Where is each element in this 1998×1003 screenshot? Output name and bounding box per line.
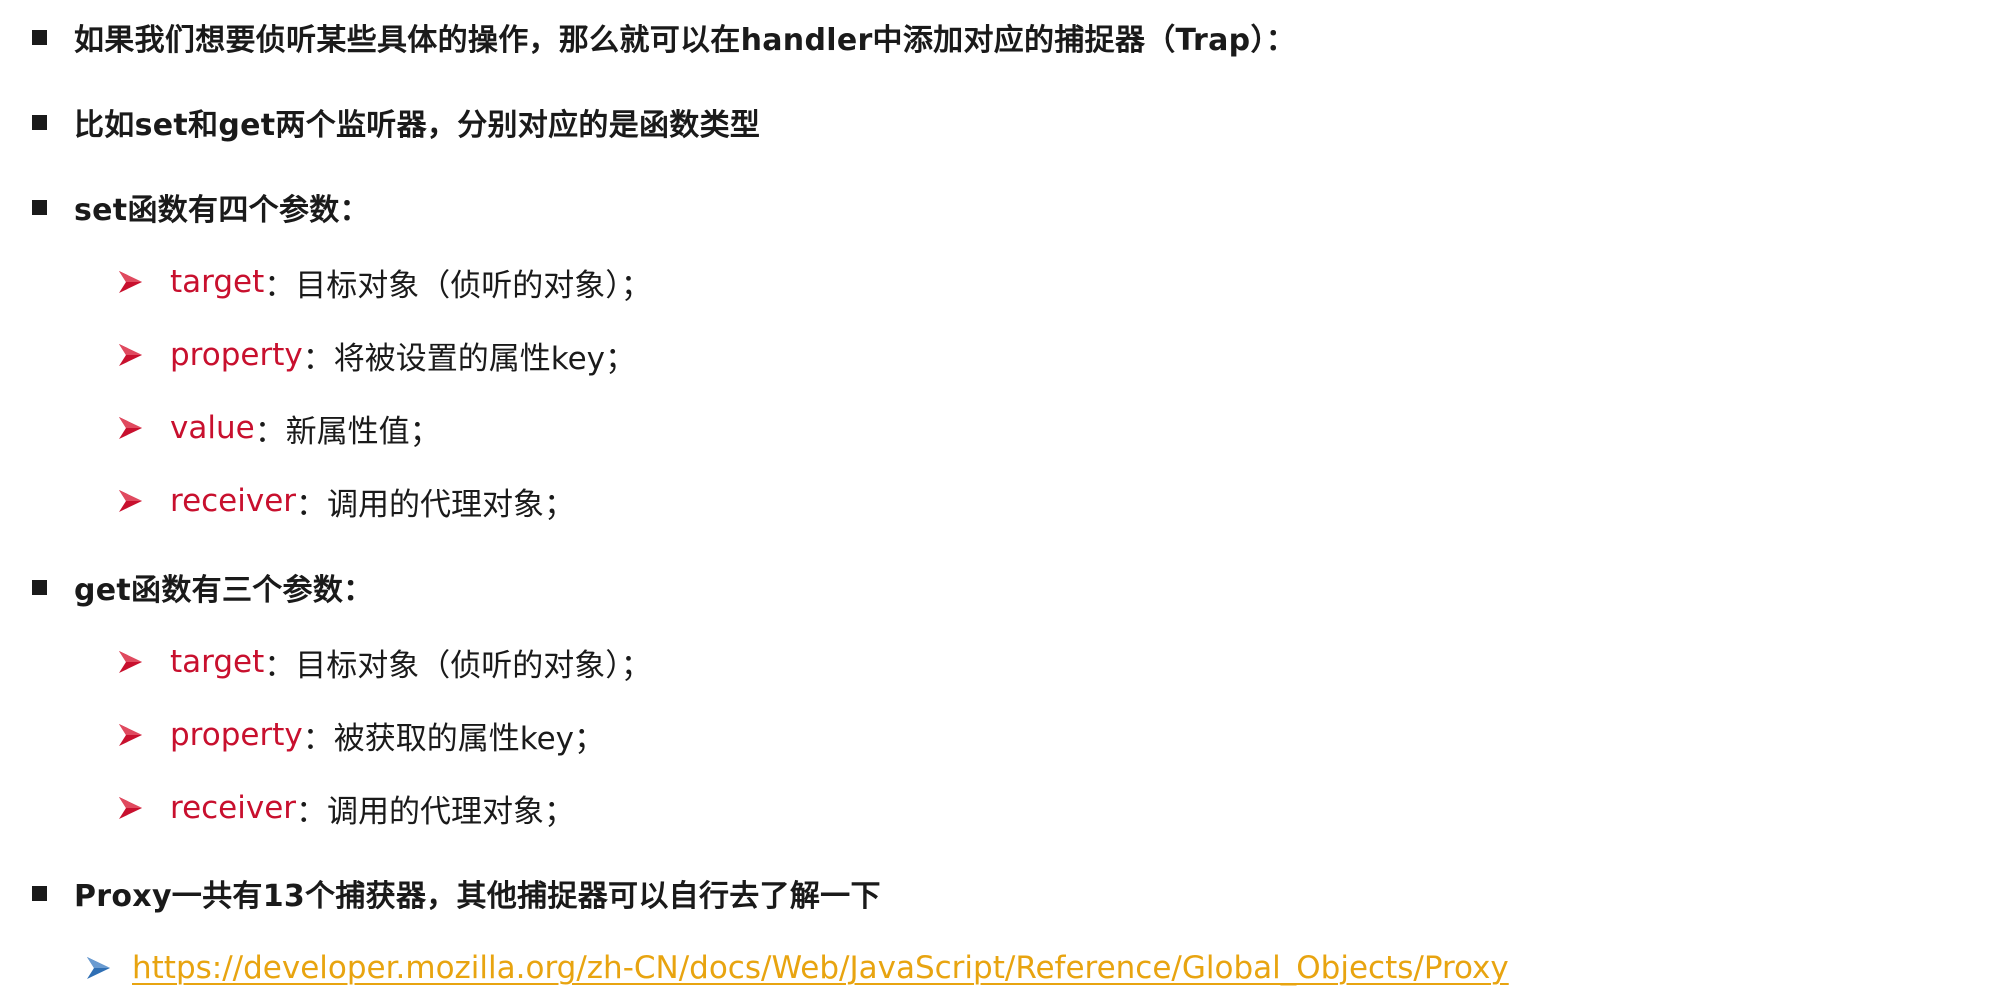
set-param-item: receiver ：调用的代理对象； xyxy=(116,479,575,523)
arrow-bullet-icon xyxy=(116,414,144,442)
param-desc: ：调用的代理对象； xyxy=(296,793,576,830)
param-name: target xyxy=(170,644,265,680)
param-desc: ：将被设置的属性key； xyxy=(302,340,636,377)
square-bullet-icon xyxy=(32,579,47,595)
set-param-item: value ：新属性值； xyxy=(116,406,441,450)
reference-link-item: https://developer.mozilla.org/zh-CN/docs… xyxy=(84,945,1509,991)
param-desc: ：被获取的属性key； xyxy=(302,720,605,757)
get-param-item: property ：被获取的属性key； xyxy=(116,713,605,757)
mdn-proxy-link[interactable]: https://developer.mozilla.org/zh-CN/docs… xyxy=(132,950,1509,986)
param-name: value xyxy=(170,410,255,446)
arrow-bullet-icon xyxy=(116,487,144,515)
param-desc: ：新属性值； xyxy=(254,413,441,450)
bullet-example: 比如set和get两个监听器，分别对应的是函数类型 xyxy=(32,101,760,143)
get-heading-text: get函数有三个参数： xyxy=(74,573,374,608)
square-bullet-icon xyxy=(32,885,47,901)
square-bullet-icon xyxy=(32,114,47,130)
get-param-item: receiver ：调用的代理对象； xyxy=(116,786,575,830)
proxy-note-text: Proxy一共有13个捕获器，其他捕捉器可以自行去了解一下 xyxy=(74,879,881,914)
param-name: property xyxy=(170,717,303,753)
param-name: target xyxy=(170,264,265,300)
param-desc: ：目标对象（侦听的对象）； xyxy=(264,647,652,684)
set-param-item: property ：将被设置的属性key； xyxy=(116,333,636,377)
param-name: receiver xyxy=(170,483,297,519)
param-name: property xyxy=(170,337,303,373)
arrow-bullet-icon xyxy=(116,648,144,676)
bullet-example-text: 比如set和get两个监听器，分别对应的是函数类型 xyxy=(74,108,761,143)
bullet-proxy-note: Proxy一共有13个捕获器，其他捕捉器可以自行去了解一下 xyxy=(32,872,881,914)
arrow-bullet-icon xyxy=(116,794,144,822)
bullet-intro: 如果我们想要侦听某些具体的操作，那么就可以在handler中添加对应的捕捉器（T… xyxy=(32,16,1296,58)
bullet-intro-text: 如果我们想要侦听某些具体的操作，那么就可以在handler中添加对应的捕捉器（T… xyxy=(74,23,1297,58)
arrow-bullet-icon xyxy=(84,954,112,982)
bullet-get-heading: get函数有三个参数： xyxy=(32,566,373,608)
param-desc: ：目标对象（侦听的对象）； xyxy=(264,267,652,304)
set-heading-text: set函数有四个参数： xyxy=(74,193,370,228)
param-name: receiver xyxy=(170,790,297,826)
square-bullet-icon xyxy=(32,199,47,215)
arrow-bullet-icon xyxy=(116,341,144,369)
square-bullet-icon xyxy=(32,29,47,45)
param-desc: ：调用的代理对象； xyxy=(296,486,576,523)
slide: 如果我们想要侦听某些具体的操作，那么就可以在handler中添加对应的捕捉器（T… xyxy=(0,0,1998,1003)
bullet-set-heading: set函数有四个参数： xyxy=(32,186,370,228)
arrow-bullet-icon xyxy=(116,268,144,296)
arrow-bullet-icon xyxy=(116,721,144,749)
get-param-item: target ：目标对象（侦听的对象）； xyxy=(116,640,652,684)
set-param-item: target ：目标对象（侦听的对象）； xyxy=(116,260,652,304)
